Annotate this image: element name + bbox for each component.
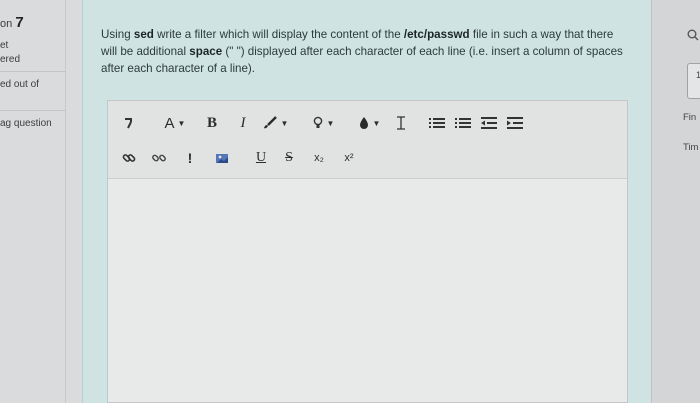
font-size-label: A xyxy=(164,114,175,132)
droplet-icon xyxy=(359,117,368,129)
paintbrush-icon xyxy=(263,116,277,129)
chevron-down-icon: ▼ xyxy=(177,118,186,128)
flag-question-link[interactable]: ag question xyxy=(0,118,52,129)
bulb-icon xyxy=(313,116,322,128)
question-text-bold: space xyxy=(189,45,223,58)
question-nav-button[interactable]: 1 xyxy=(687,63,700,99)
link-button[interactable] xyxy=(120,148,138,168)
quiz-navigation-panel: 1 Fin Tim xyxy=(651,0,700,403)
info-divider xyxy=(0,110,66,111)
question-number: on 7 xyxy=(0,14,24,31)
subscript-button[interactable]: x₂ xyxy=(312,148,326,168)
image-icon xyxy=(216,154,228,163)
chevron-down-icon: ▼ xyxy=(326,118,335,128)
search-icon[interactable] xyxy=(687,28,699,44)
toolbar-toggle-button[interactable] xyxy=(118,113,138,133)
underline-button[interactable]: U xyxy=(254,148,268,168)
unlink-button[interactable] xyxy=(150,148,168,168)
ordered-list-button[interactable] xyxy=(454,113,472,133)
outdent-button[interactable] xyxy=(480,113,498,133)
question-text: Using sed write a filter which will disp… xyxy=(101,26,631,77)
toolbar-toggle-icon xyxy=(125,118,132,129)
unordered-list-button[interactable] xyxy=(428,113,446,133)
question-text-part: write a filter which will display the co… xyxy=(153,28,404,41)
question-number-value: 7 xyxy=(15,14,24,31)
image-button[interactable] xyxy=(212,148,232,168)
chevron-down-icon: ▼ xyxy=(280,118,289,128)
outdent-icon xyxy=(481,117,497,129)
superscript-button[interactable]: x² xyxy=(342,148,356,168)
link-icon xyxy=(122,154,136,162)
question-text-bold: /etc/passwd xyxy=(403,28,470,41)
text-cursor-icon xyxy=(397,116,405,130)
clear-format-button[interactable] xyxy=(394,113,408,133)
strikethrough-button[interactable]: S xyxy=(282,148,296,168)
editor-toolbar: A ▼ B I ▼ ▼ ▼ ! U S x₂ x² xyxy=(108,101,627,179)
emoticon-button[interactable]: ! xyxy=(184,148,196,168)
background-color-button[interactable]: ▼ xyxy=(354,113,384,133)
answer-editor: A ▼ B I ▼ ▼ ▼ ! U S x₂ x² xyxy=(107,100,628,403)
bold-button[interactable]: B xyxy=(204,113,220,133)
question-status-line1: et xyxy=(0,40,9,51)
indent-button[interactable] xyxy=(506,113,524,133)
question-nav-number: 1 xyxy=(696,70,700,80)
question-text-bold: sed xyxy=(133,28,154,41)
unlink-icon xyxy=(152,154,166,162)
question-number-prefix: on xyxy=(0,18,13,30)
editor-text-area[interactable] xyxy=(108,179,627,402)
font-size-button[interactable]: A ▼ xyxy=(158,113,192,133)
numbered-list-icon xyxy=(455,118,471,128)
info-divider xyxy=(0,71,66,72)
question-mark-text: ed out of xyxy=(0,79,39,90)
chevron-down-icon: ▼ xyxy=(372,118,381,128)
indent-icon xyxy=(507,117,523,129)
highlight-button[interactable]: ▼ xyxy=(308,113,338,133)
bullet-list-icon xyxy=(429,118,445,128)
italic-button[interactable]: I xyxy=(236,113,250,133)
question-text-part: Using xyxy=(101,28,134,41)
finish-attempt-link[interactable]: Fin xyxy=(683,112,696,123)
time-left-label: Tim xyxy=(683,142,699,153)
question-info-panel: on 7 et ered ed out of ag question xyxy=(0,0,66,403)
question-status-line2: ered xyxy=(0,54,21,65)
text-color-button[interactable]: ▼ xyxy=(258,113,292,133)
